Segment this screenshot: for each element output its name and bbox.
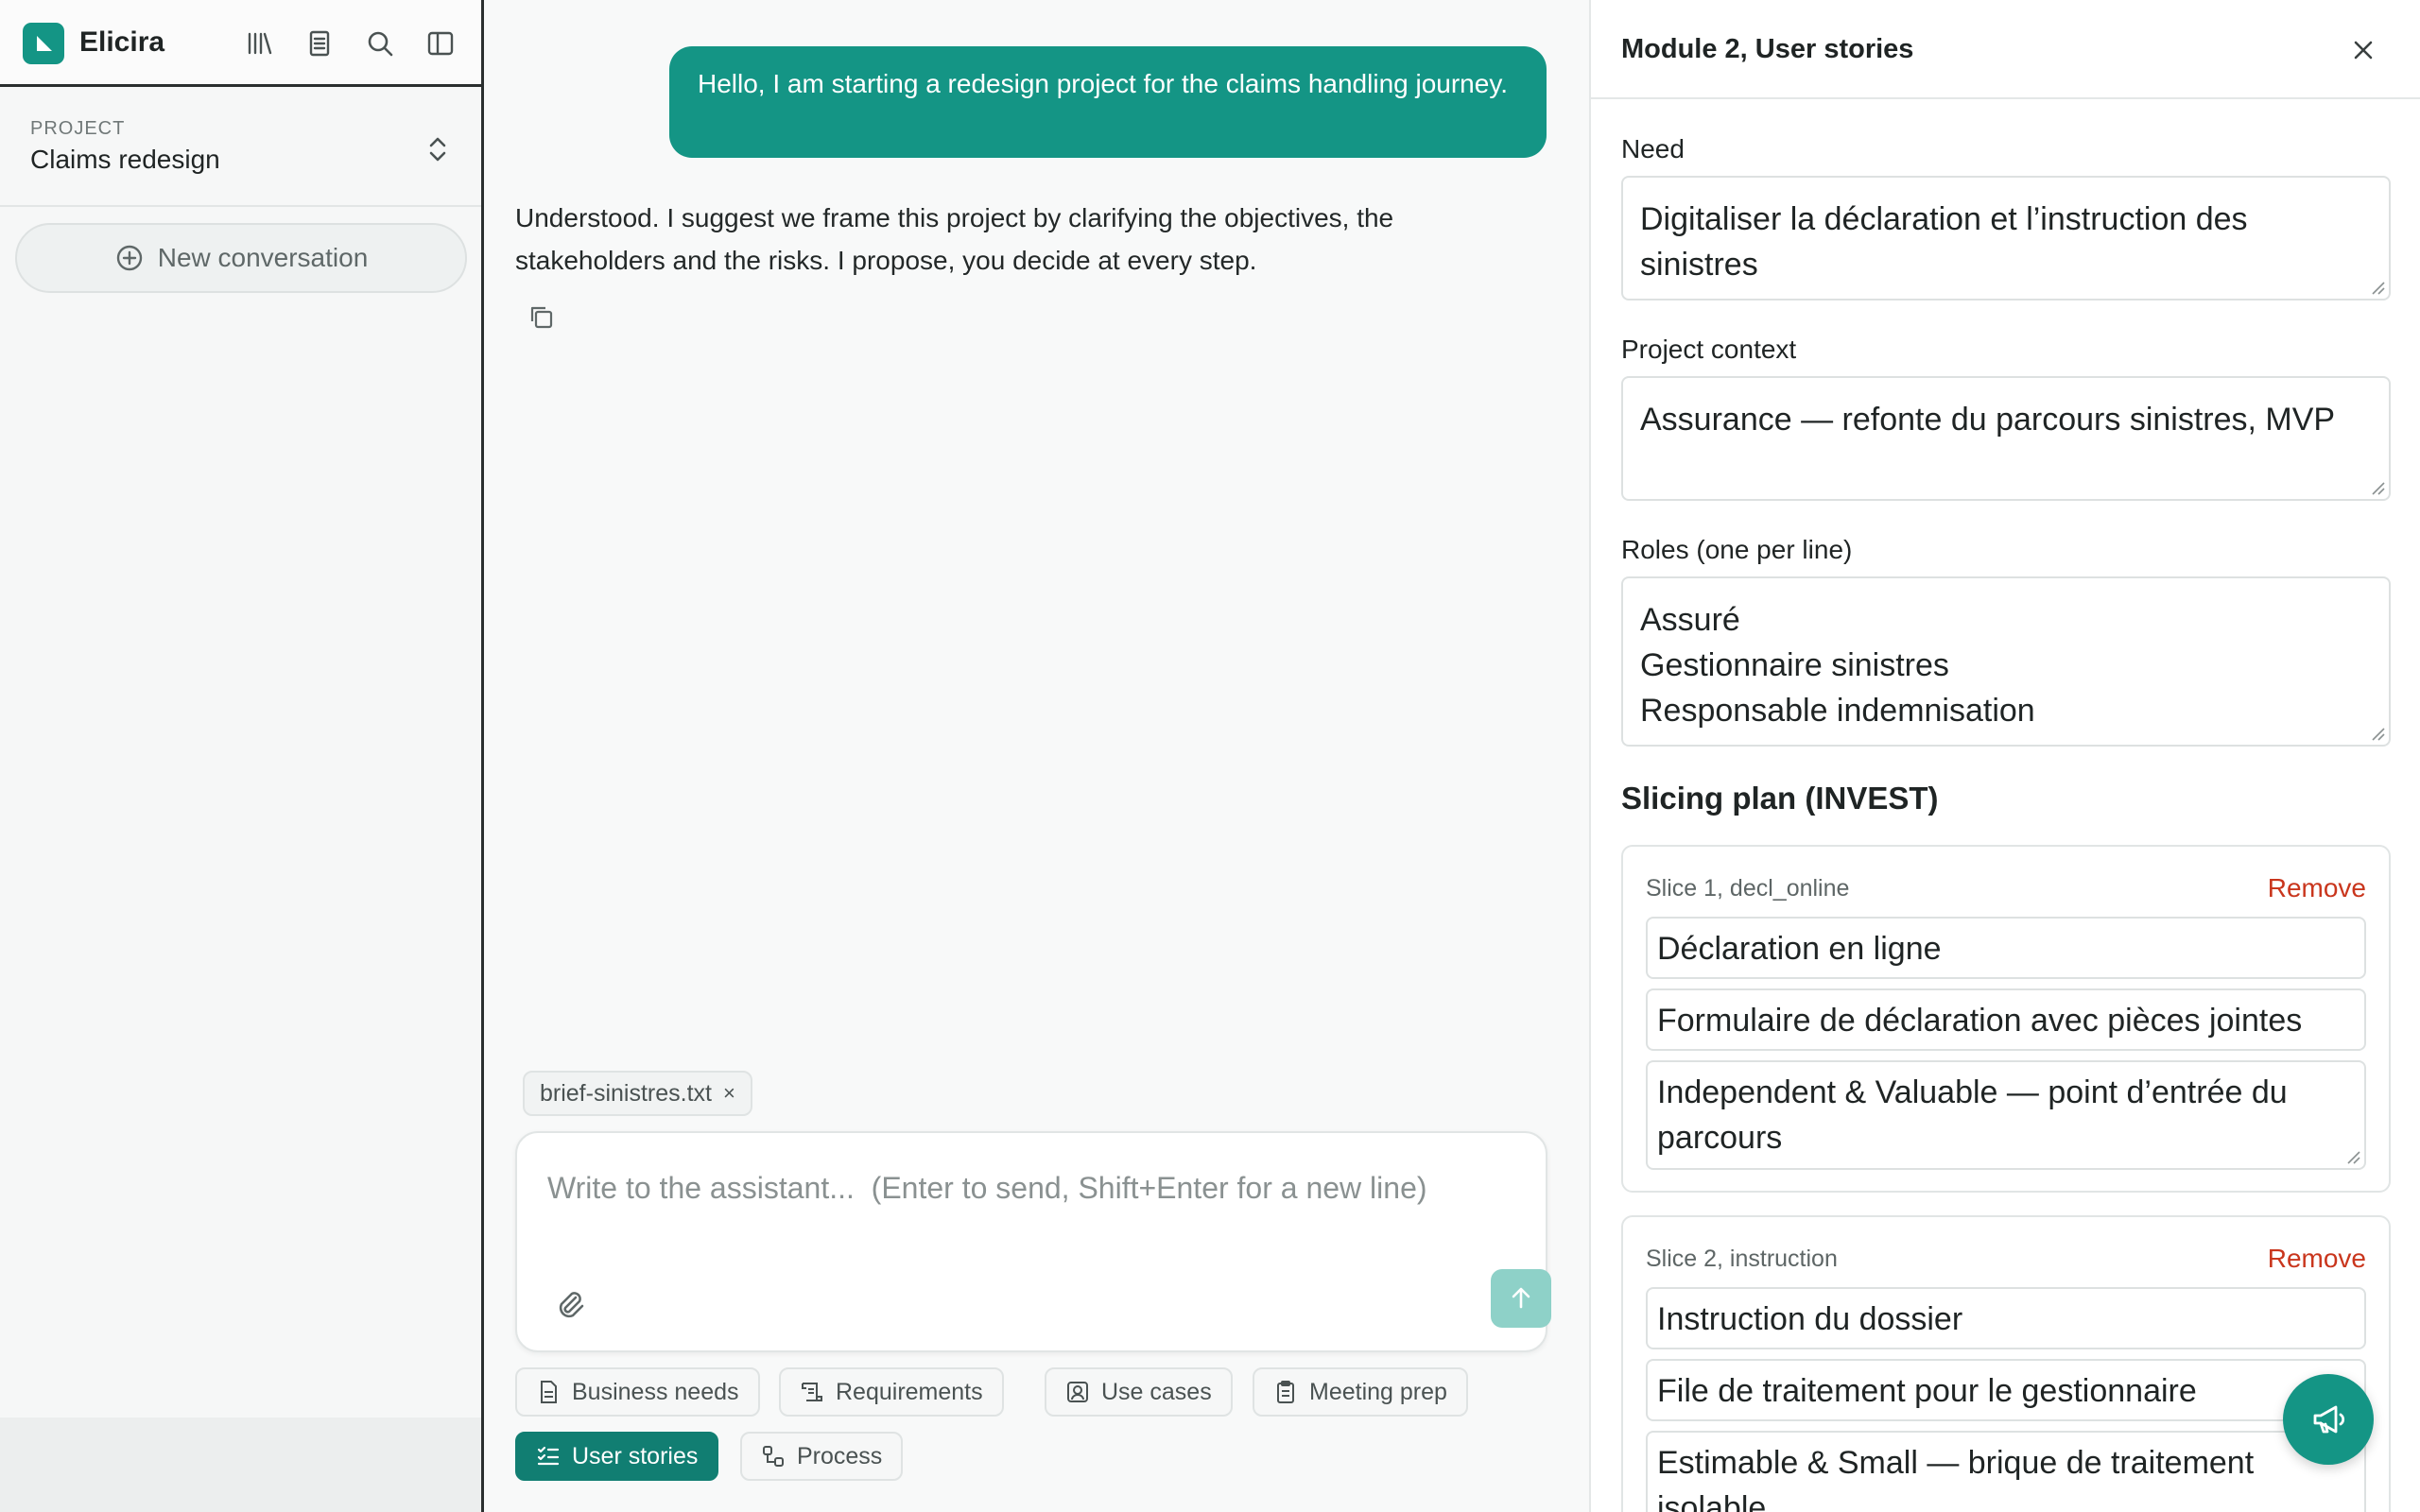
- slice-remove-button[interactable]: Remove: [2268, 1244, 2366, 1274]
- role-line: Responsable indemnisation: [1640, 693, 2035, 729]
- slice-title-input[interactable]: Déclaration en ligne: [1646, 917, 2366, 979]
- app-name: Elicira: [79, 26, 165, 58]
- new-conversation-button[interactable]: New conversation: [15, 223, 467, 293]
- slice-rationale-textarea[interactable]: Independent & Valuable — point d’entrée …: [1646, 1060, 2366, 1170]
- slice-label: Slice 2, instruction: [1646, 1246, 1838, 1272]
- sidebar-footer: [0, 1418, 481, 1512]
- panel-header: Module 2, User stories: [1591, 0, 2420, 99]
- send-button[interactable]: [1491, 1269, 1551, 1328]
- copy-icon[interactable]: [525, 301, 559, 335]
- slice-remove-button[interactable]: Remove: [2268, 873, 2366, 903]
- module-process-button[interactable]: Process: [740, 1432, 904, 1481]
- arrow-up-icon: [1512, 1287, 1530, 1309]
- module-user-stories-button[interactable]: User stories: [515, 1432, 719, 1481]
- module-label: Meeting prep: [1309, 1378, 1447, 1405]
- user-card-icon: [1067, 1382, 1088, 1402]
- chat-area: Hello, I am starting a redesign project …: [487, 0, 1589, 1512]
- resize-handle-icon[interactable]: [2370, 280, 2385, 295]
- need-label: Need: [1621, 134, 1685, 163]
- context-label: Project context: [1621, 335, 1797, 364]
- search-icon[interactable]: [361, 25, 399, 62]
- attachment-remove-button[interactable]: ×: [723, 1081, 735, 1106]
- user-message-bubble: Hello, I am starting a redesign project …: [669, 46, 1547, 158]
- slice-description-input[interactable]: Formulaire de déclaration avec pièces jo…: [1646, 988, 2366, 1051]
- chevron-up-down-icon[interactable]: [422, 130, 454, 168]
- module-meeting-prep-button[interactable]: Meeting prep: [1253, 1367, 1468, 1417]
- roles-label: Roles (one per line): [1621, 535, 1853, 564]
- slicing-plan-title: Slicing plan (INVEST): [1621, 781, 1939, 816]
- document-icon: [541, 1381, 557, 1403]
- role-line: Gestionnaire sinistres: [1640, 647, 1949, 683]
- module-label: Use cases: [1101, 1378, 1212, 1405]
- message-composer: [515, 1131, 1551, 1352]
- need-value: Digitaliser la déclaration et l’instruct…: [1640, 201, 2248, 283]
- megaphone-icon: [2313, 1405, 2345, 1434]
- module-label: Process: [797, 1442, 883, 1469]
- attachment-filename: brief-sinistres.txt: [540, 1079, 712, 1107]
- feedback-button[interactable]: [2283, 1374, 2374, 1465]
- slice-card: Slice 2, instruction Remove Instruction …: [1621, 1215, 2391, 1512]
- context-textarea[interactable]: Assurance — refonte du parcours sinistre…: [1621, 376, 2391, 501]
- slice-rationale-value: Independent & Valuable — point d’entrée …: [1657, 1074, 2288, 1156]
- new-conversation-label: New conversation: [157, 243, 369, 272]
- flow-icon: [763, 1446, 784, 1467]
- project-selector[interactable]: PROJECT Claims redesign: [0, 90, 481, 207]
- module-label: Requirements: [836, 1378, 983, 1405]
- user-stories-panel: Module 2, User stories Need Digitaliser …: [1589, 0, 2420, 1512]
- scroll-icon: [802, 1383, 822, 1401]
- slice-rationale-value: Estimable & Small — brique de traitement…: [1657, 1445, 2255, 1512]
- sidebar-toggle-icon[interactable]: [422, 25, 459, 62]
- close-icon[interactable]: [2344, 31, 2382, 69]
- sidebar: Elicira PROJECT Claims redesign New conv…: [0, 0, 484, 1512]
- sidebar-header: Elicira: [0, 0, 481, 87]
- module-label: Business needs: [572, 1378, 739, 1405]
- clipboard-icon: [1277, 1381, 1294, 1403]
- assistant-message: Understood. I suggest we frame this proj…: [515, 203, 1394, 275]
- project-name: Claims redesign: [30, 145, 220, 174]
- need-textarea[interactable]: Digitaliser la déclaration et l’instruct…: [1621, 176, 2391, 301]
- paperclip-icon[interactable]: [551, 1284, 589, 1322]
- context-value: Assurance — refonte du parcours sinistre…: [1640, 402, 2336, 438]
- plus-circle-icon: [116, 245, 142, 271]
- message-input[interactable]: [547, 1160, 1512, 1216]
- role-line: Assuré: [1640, 602, 1740, 638]
- module-requirements-button[interactable]: Requirements: [779, 1367, 1004, 1417]
- resize-handle-icon[interactable]: [2345, 1149, 2360, 1164]
- module-label: User stories: [572, 1442, 699, 1469]
- slice-label: Slice 1, decl_online: [1646, 875, 1850, 902]
- slice-title-input[interactable]: Instruction du dossier: [1646, 1287, 2366, 1349]
- notes-icon[interactable]: [301, 25, 338, 62]
- resize-handle-icon[interactable]: [2370, 480, 2385, 495]
- module-use-cases-button[interactable]: Use cases: [1045, 1367, 1233, 1417]
- slice-card: Slice 1, decl_online Remove Déclaration …: [1621, 845, 2391, 1193]
- slice-description-input[interactable]: File de traitement pour le gestionnaire: [1646, 1359, 2366, 1421]
- project-label: PROJECT: [30, 118, 126, 139]
- resize-handle-icon[interactable]: [2370, 726, 2385, 741]
- roles-textarea[interactable]: Assuré Gestionnaire sinistres Responsabl…: [1621, 576, 2391, 747]
- library-icon[interactable]: [240, 25, 278, 62]
- checklist-icon: [537, 1446, 560, 1466]
- panel-title: Module 2, User stories: [1621, 34, 1914, 64]
- attachment-chip: brief-sinistres.txt ×: [523, 1071, 752, 1116]
- app-logo: [23, 23, 64, 64]
- module-business-needs-button[interactable]: Business needs: [515, 1367, 760, 1417]
- slice-rationale-textarea[interactable]: Estimable & Small — brique de traitement…: [1646, 1431, 2366, 1512]
